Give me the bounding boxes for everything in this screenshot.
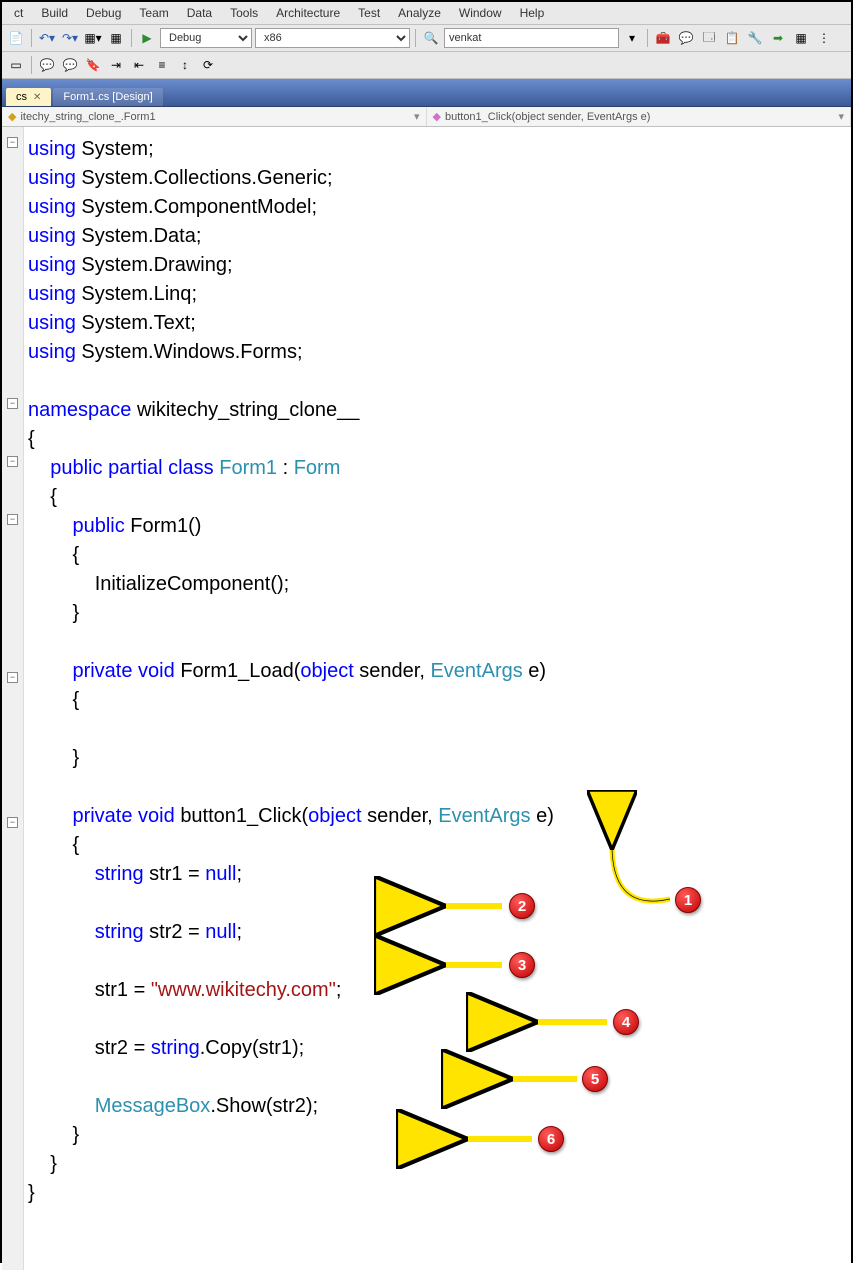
find-icon[interactable]: 🔍 [421, 28, 441, 48]
tab-design[interactable]: Form1.cs [Design] [53, 88, 162, 106]
tab-label: cs [16, 91, 27, 103]
separator [415, 29, 416, 47]
doc-icon[interactable]: ▭ [6, 55, 26, 75]
arrow-icon[interactable]: ➡ [768, 28, 788, 48]
chevron-down-icon: ▾ [838, 110, 844, 123]
format-icon[interactable]: ≡ [152, 55, 172, 75]
config-select[interactable]: Debug [160, 28, 252, 48]
annotation-5: 5 [582, 1066, 608, 1092]
menu-bar: ct Build Debug Team Data Tools Architect… [2, 2, 851, 25]
document-tabs: cs ✕ Form1.cs [Design] [2, 79, 851, 107]
refresh-icon[interactable]: ⟳ [198, 55, 218, 75]
bookmark-icon[interactable]: 🔖 [83, 55, 103, 75]
close-icon[interactable]: ✕ [33, 92, 41, 103]
class-icon: ◆ [8, 110, 16, 123]
class-selector[interactable]: ◆ itechy_string_clone_.Form1 ▾ [2, 107, 427, 126]
fold-icon[interactable]: − [7, 672, 18, 683]
menu-team[interactable]: Team [131, 4, 176, 22]
comment-out-icon[interactable]: 💬 [37, 55, 57, 75]
menu-window[interactable]: Window [451, 4, 510, 22]
tab-current[interactable]: cs ✕ [6, 88, 51, 106]
undo-icon[interactable]: ↶▾ [37, 28, 57, 48]
redo-icon[interactable]: ↷▾ [60, 28, 80, 48]
class-name: itechy_string_clone_.Form1 [20, 111, 155, 123]
start-debug-icon[interactable]: ▶ [137, 28, 157, 48]
wrench-icon[interactable]: 🔧 [745, 28, 765, 48]
outdent-icon[interactable]: ⇤ [129, 55, 149, 75]
menu-test[interactable]: Test [350, 4, 388, 22]
annotation-4: 4 [613, 1009, 639, 1035]
code-editor[interactable]: − − − − − − using System; using System.C… [2, 127, 851, 1270]
separator [647, 29, 648, 47]
sort-icon[interactable]: ↕ [175, 55, 195, 75]
menu-debug[interactable]: Debug [78, 4, 129, 22]
fold-icon[interactable]: − [7, 817, 18, 828]
grid-icon[interactable]: ▦ [791, 28, 811, 48]
toolbar-main: 📄 ↶▾ ↷▾ ▦▾ ▦ ▶ Debug x86 🔍 ▾ 🧰 💬 🗔 📋 🔧 ➡… [2, 25, 851, 52]
window-icon[interactable]: 🗔 [699, 28, 719, 48]
menu-analyze[interactable]: Analyze [390, 4, 449, 22]
chevron-down-icon: ▾ [414, 110, 420, 123]
menu-ct[interactable]: ct [6, 4, 31, 22]
method-icon: ◆ [433, 110, 441, 123]
menu-help[interactable]: Help [512, 4, 553, 22]
separator [31, 29, 32, 47]
fold-icon[interactable]: − [7, 137, 18, 148]
menu-data[interactable]: Data [179, 4, 220, 22]
nav-fwd-icon[interactable]: ▦ [106, 28, 126, 48]
toolbox-icon[interactable]: 🧰 [653, 28, 673, 48]
props-icon[interactable]: 📋 [722, 28, 742, 48]
tab-label: Form1.cs [Design] [63, 91, 152, 103]
fold-icon[interactable]: − [7, 398, 18, 409]
new-project-icon[interactable]: 📄 [6, 28, 26, 48]
platform-select[interactable]: x86 [255, 28, 410, 48]
nav-back-icon[interactable]: ▦▾ [83, 28, 103, 48]
dropdown-icon[interactable]: ▾ [622, 28, 642, 48]
fold-icon[interactable]: − [7, 514, 18, 525]
search-input[interactable] [444, 28, 619, 48]
more-icon[interactable]: ⋮ [814, 28, 834, 48]
separator [131, 29, 132, 47]
menu-architecture[interactable]: Architecture [268, 4, 348, 22]
fold-icon[interactable]: − [7, 456, 18, 467]
menu-build[interactable]: Build [33, 4, 76, 22]
comment-icon[interactable]: 💬 [676, 28, 696, 48]
nav-bar: ◆ itechy_string_clone_.Form1 ▾ ◆ button1… [2, 107, 851, 127]
gutter: − − − − − − [2, 127, 24, 1270]
toolbar-secondary: ▭ 💬 💬 🔖 ⇥ ⇤ ≡ ↕ ⟳ [2, 52, 851, 79]
member-name: button1_Click(object sender, EventArgs e… [445, 111, 650, 123]
annotation-1: 1 [675, 887, 701, 913]
menu-tools[interactable]: Tools [222, 4, 266, 22]
code-content: using System; using System.Collections.G… [28, 135, 554, 1208]
separator [31, 56, 32, 74]
indent-icon[interactable]: ⇥ [106, 55, 126, 75]
member-selector[interactable]: ◆ button1_Click(object sender, EventArgs… [427, 107, 852, 126]
uncomment-icon[interactable]: 💬 [60, 55, 80, 75]
